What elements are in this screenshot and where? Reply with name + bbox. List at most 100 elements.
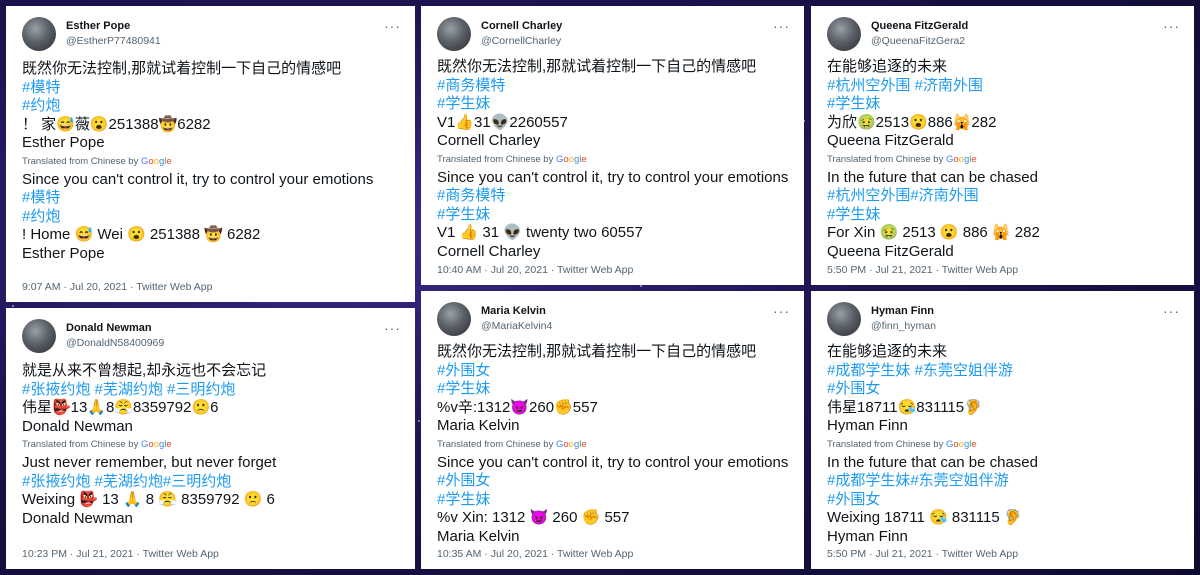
display-name[interactable]: Donald Newman: [66, 321, 164, 336]
tweet-text: 既然你无法控制,那就试着控制一下自己的情感吧 #外围女 #学生妹 %v辛:131…: [437, 343, 790, 546]
display-name[interactable]: Queena FitzGerald: [871, 19, 968, 34]
tweet-card[interactable]: Hyman Finn @finn_hyman ··· 在能够追逐的未来 #成都学…: [811, 291, 1194, 569]
hashtag[interactable]: #外围女: [827, 380, 1180, 399]
user-handle[interactable]: @finn_hyman: [871, 319, 936, 334]
avatar[interactable]: [22, 17, 56, 51]
signature: Esther Pope: [22, 134, 105, 151]
translated-signature: Donald Newman: [22, 509, 133, 527]
tweet-line: 在能够追逐的未来: [827, 58, 948, 75]
timestamp[interactable]: 10:35 AM · Jul 20, 2021 · Twitter Web Ap…: [437, 548, 633, 560]
translated-by-label: Translated from Chinese by Google: [22, 155, 172, 167]
timestamp[interactable]: 5:50 PM · Jul 21, 2021 · Twitter Web App: [827, 548, 1018, 560]
user-handle[interactable]: @CornellCharley: [481, 34, 562, 49]
translated-by-label: Translated from Chinese by Google: [827, 438, 977, 450]
hashtag[interactable]: #学生妹: [437, 380, 790, 399]
translated-signature: Cornell Charley: [437, 242, 541, 260]
hashtag[interactable]: #模特: [22, 79, 401, 98]
emoji-line: 为欣🤢2513😮886🙀282: [827, 113, 997, 131]
hashtag[interactable]: #外围女: [437, 472, 790, 491]
avatar[interactable]: [22, 319, 56, 353]
avatar[interactable]: [827, 17, 861, 51]
timestamp[interactable]: 5:50 PM · Jul 21, 2021 · Twitter Web App: [827, 264, 1018, 276]
translated-signature: Esther Pope: [22, 244, 105, 262]
hashtag[interactable]: #张掖约炮 #芜湖约炮 #三明约炮: [22, 381, 401, 400]
tweet-card[interactable]: Maria Kelvin @MariaKelvin4 ··· 既然你无法控制,那…: [421, 291, 804, 569]
timestamp[interactable]: 10:40 AM · Jul 20, 2021 · Twitter Web Ap…: [437, 264, 633, 276]
user-handle[interactable]: @MariaKelvin4: [481, 319, 552, 334]
more-options-icon[interactable]: ···: [384, 320, 401, 336]
hashtag[interactable]: #商务模特: [437, 77, 790, 96]
emoji-line: ！ 家😅薇😮251388🤠6282: [22, 115, 211, 133]
hashtag[interactable]: #模特: [22, 189, 401, 208]
more-options-icon[interactable]: ···: [1163, 303, 1180, 319]
tweet-line: 就是从来不曾想起,却永远也不会忘记: [22, 362, 267, 379]
tweet-card[interactable]: Queena FitzGerald @QueenaFitzGera2 ··· 在…: [811, 6, 1194, 285]
hashtag[interactable]: #学生妹: [437, 206, 790, 225]
display-name[interactable]: Cornell Charley: [481, 19, 562, 34]
hashtag[interactable]: #学生妹: [437, 95, 790, 114]
hashtag[interactable]: #杭州空外围 #济南外围: [827, 77, 1180, 96]
translated-emoji-line: Weixing 👺 13 🙏 8 😤 8359792 🙁 6: [22, 491, 275, 508]
translated-emoji-line: ! Home 😅 Wei 😮 251388 🤠 6282: [22, 226, 261, 243]
timestamp[interactable]: 9:07 AM · Jul 20, 2021 · Twitter Web App: [22, 281, 212, 293]
tweet-text: 在能够追逐的未来 #杭州空外围 #济南外围 #学生妹 为欣🤢2513😮886🙀2…: [827, 58, 1180, 261]
user-handle[interactable]: @DonaldN58400969: [66, 336, 164, 351]
avatar[interactable]: [437, 302, 471, 336]
translated-emoji-line: V1 👍 31 👽 twenty two 60557: [437, 224, 643, 241]
translated-text: Just never remember, but never forget: [22, 454, 277, 471]
emoji-line: V1👍31👽2260557: [437, 113, 568, 131]
tweet-card[interactable]: Donald Newman @DonaldN58400969 ··· 就是从来不…: [6, 308, 415, 569]
tweet-text: 既然你无法控制,那就试着控制一下自己的情感吧 #商务模特 #学生妹 V1👍31👽…: [437, 58, 790, 261]
signature: Cornell Charley: [437, 132, 541, 149]
translated-by-label: Translated from Chinese by Google: [827, 153, 977, 165]
emoji-line: %v辛:1312😈260✊557: [437, 398, 598, 416]
timestamp[interactable]: 10:23 PM · Jul 21, 2021 · Twitter Web Ap…: [22, 548, 219, 560]
tweet-line: 既然你无法控制,那就试着控制一下自己的情感吧: [22, 60, 342, 77]
tweet-text: 就是从来不曾想起,却永远也不会忘记 #张掖约炮 #芜湖约炮 #三明约炮 伟星👺1…: [22, 362, 401, 528]
hashtag[interactable]: #外围女: [827, 491, 1180, 510]
user-handle[interactable]: @EstherP77480941: [66, 34, 161, 49]
tweet-card[interactable]: Cornell Charley @CornellCharley ··· 既然你无…: [421, 6, 804, 285]
hashtag[interactable]: #约炮: [22, 97, 401, 116]
translated-text: In the future that can be chased: [827, 168, 1038, 186]
emoji-line: 伟星18711😪831115🦻: [827, 398, 983, 416]
display-name[interactable]: Esther Pope: [66, 19, 161, 34]
display-name[interactable]: Hyman Finn: [871, 304, 936, 319]
more-options-icon[interactable]: ···: [384, 18, 401, 34]
hashtag[interactable]: #学生妹: [827, 206, 1180, 225]
more-options-icon[interactable]: ···: [773, 18, 790, 34]
translated-text: Since you can't control it, try to contr…: [22, 170, 374, 188]
hashtag[interactable]: #张掖约炮 #芜湖约炮#三明约炮: [22, 473, 401, 492]
avatar[interactable]: [437, 17, 471, 51]
signature: Hyman Finn: [827, 417, 908, 434]
hashtag[interactable]: #学生妹: [437, 491, 790, 510]
hashtag[interactable]: #成都学生妹#东莞空姐伴游: [827, 472, 1180, 491]
translated-text: Since you can't control it, try to contr…: [437, 168, 789, 186]
hashtag[interactable]: #外围女: [437, 362, 790, 381]
signature: Maria Kelvin: [437, 417, 520, 434]
display-name[interactable]: Maria Kelvin: [481, 304, 552, 319]
hashtag[interactable]: #约炮: [22, 208, 401, 227]
more-options-icon[interactable]: ···: [773, 303, 790, 319]
tweet-text: 既然你无法控制,那就试着控制一下自己的情感吧 #模特 #约炮 ！ 家😅薇😮251…: [22, 60, 401, 263]
translated-signature: Hyman Finn: [827, 527, 908, 545]
translated-by-label: Translated from Chinese by Google: [437, 153, 587, 165]
user-handle[interactable]: @QueenaFitzGera2: [871, 34, 968, 49]
hashtag[interactable]: #学生妹: [827, 95, 1180, 114]
more-options-icon[interactable]: ···: [1163, 18, 1180, 34]
tweet-text: 在能够追逐的未来 #成都学生妹 #东莞空姐伴游 #外围女 伟星18711😪831…: [827, 343, 1180, 546]
translated-signature: Maria Kelvin: [437, 527, 520, 545]
tweet-card[interactable]: Esther Pope @EstherP77480941 ··· 既然你无法控制…: [6, 6, 415, 302]
translated-emoji-line: For Xin 🤢 2513 😮 886 🙀 282: [827, 224, 1040, 241]
translated-emoji-line: %v Xin: 1312 😈 260 ✊ 557: [437, 509, 630, 526]
avatar[interactable]: [827, 302, 861, 336]
tweet-line: 既然你无法控制,那就试着控制一下自己的情感吧: [437, 58, 757, 75]
translated-text: Since you can't control it, try to contr…: [437, 453, 789, 471]
translated-by-label: Translated from Chinese by Google: [22, 439, 172, 450]
translated-emoji-line: Weixing 18711 😪 831115 🦻: [827, 509, 1023, 526]
hashtag[interactable]: #杭州空外围#济南外围: [827, 187, 1180, 206]
hashtag[interactable]: #商务模特: [437, 187, 790, 206]
translated-by-label: Translated from Chinese by Google: [437, 438, 587, 450]
tweet-line: 既然你无法控制,那就试着控制一下自己的情感吧: [437, 343, 757, 360]
hashtag[interactable]: #成都学生妹 #东莞空姐伴游: [827, 362, 1180, 381]
